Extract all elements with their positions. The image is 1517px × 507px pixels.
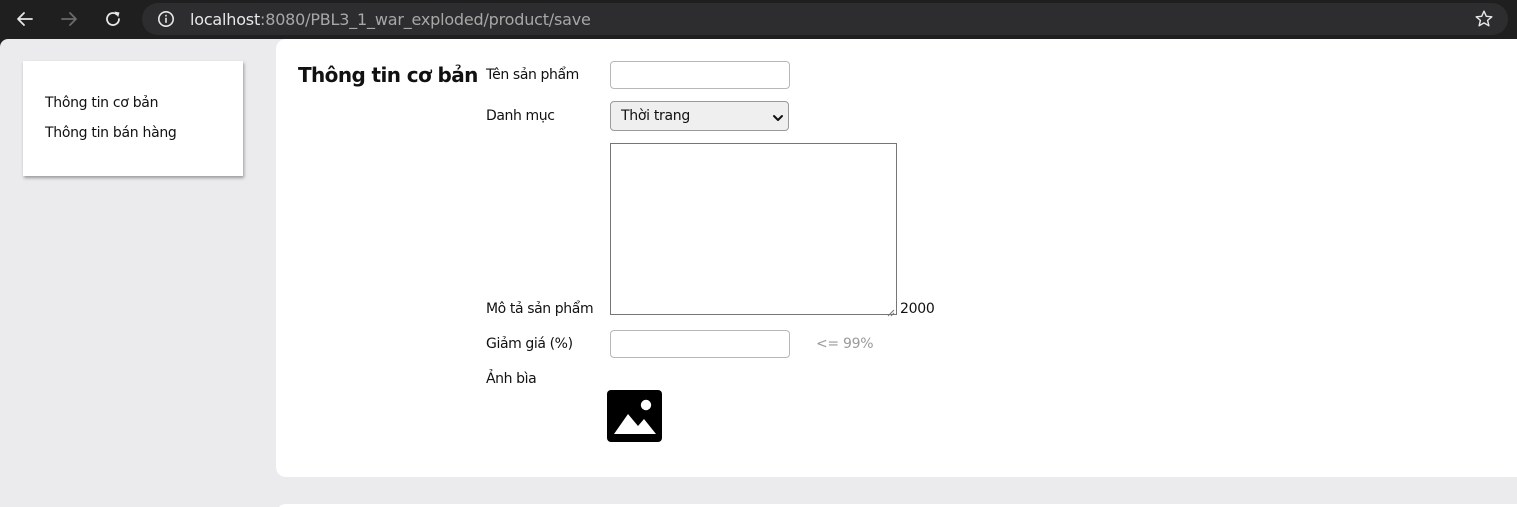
- category-select[interactable]: Thời trang: [610, 101, 789, 131]
- back-icon[interactable]: [12, 6, 38, 32]
- url-host: localhost: [190, 10, 261, 29]
- cover-image-label: Ảnh bìa: [486, 371, 537, 387]
- discount-input[interactable]: [610, 330, 790, 358]
- image-placeholder-icon[interactable]: [607, 390, 662, 442]
- discount-hint: <= 99%: [816, 336, 874, 352]
- description-char-limit: 2000: [900, 301, 935, 317]
- forward-icon[interactable]: [56, 6, 82, 32]
- product-name-input[interactable]: [610, 61, 790, 89]
- address-bar[interactable]: localhost:8080/PBL3_1_war_exploded/produ…: [142, 3, 1508, 35]
- sidebar-item-basic-info[interactable]: Thông tin cơ bản: [45, 95, 158, 111]
- section-title: Thông tin cơ bản: [298, 63, 478, 87]
- sidebar-nav: Thông tin cơ bản Thông tin bán hàng: [23, 61, 243, 176]
- description-label: Mô tả sản phẩm: [486, 301, 594, 317]
- bookmark-star-icon[interactable]: [1474, 9, 1494, 29]
- sidebar-item-sales-info[interactable]: Thông tin bán hàng: [45, 125, 177, 141]
- chevron-down-icon: [772, 111, 784, 123]
- url-text: localhost:8080/PBL3_1_war_exploded/produ…: [190, 10, 591, 29]
- basic-info-card: Thông tin cơ bản Tên sản phẩm Danh mục T…: [276, 39, 1517, 477]
- page-viewport: Thông tin cơ bản Thông tin bán hàng Thôn…: [0, 39, 1517, 507]
- resize-handle-icon[interactable]: [886, 304, 895, 317]
- description-textarea[interactable]: [610, 143, 897, 317]
- reload-icon[interactable]: [100, 6, 126, 32]
- category-selected-value: Thời trang: [621, 108, 690, 124]
- product-name-label: Tên sản phẩm: [486, 67, 579, 83]
- site-info-icon[interactable]: [157, 10, 175, 28]
- browser-toolbar: localhost:8080/PBL3_1_war_exploded/produ…: [0, 0, 1517, 39]
- discount-label: Giảm giá (%): [486, 336, 573, 352]
- url-path: :8080/PBL3_1_war_exploded/product/save: [260, 10, 591, 29]
- category-label: Danh mục: [486, 108, 555, 124]
